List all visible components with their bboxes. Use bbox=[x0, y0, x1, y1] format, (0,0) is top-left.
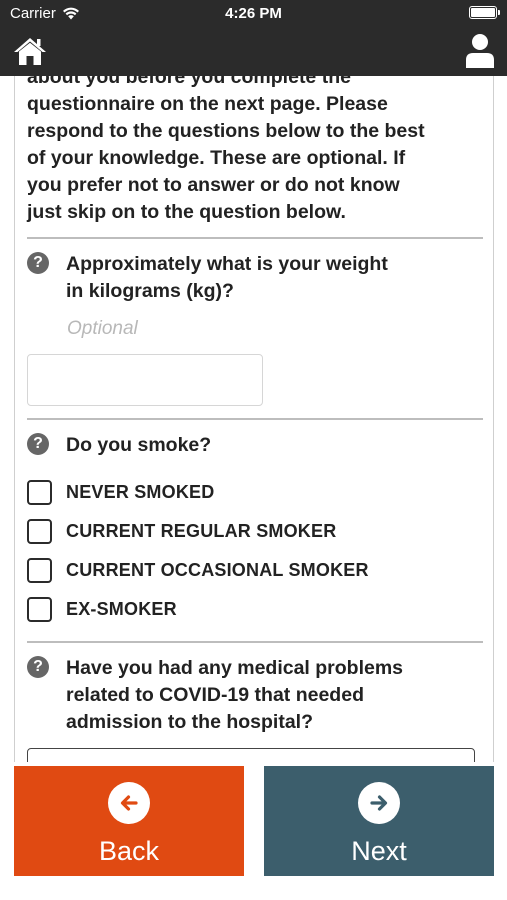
help-icon[interactable]: ? bbox=[27, 656, 49, 678]
smoke-option-current-regular[interactable]: CURRENT REGULAR SMOKER bbox=[27, 512, 483, 551]
intro-line: of your knowledge. These are optional. I… bbox=[27, 147, 406, 169]
option-label: NEVER SMOKED bbox=[66, 482, 215, 502]
status-time: 4:26 PM bbox=[225, 5, 282, 22]
weight-question-text: Approximately what is your weight in kil… bbox=[66, 251, 388, 305]
smoke-options: NEVER SMOKED CURRENT REGULAR SMOKER CURR… bbox=[27, 473, 483, 629]
help-icon[interactable]: ? bbox=[27, 433, 49, 455]
option-label: EX-SMOKER bbox=[66, 599, 177, 619]
app-header bbox=[0, 26, 507, 76]
profile-button[interactable] bbox=[465, 33, 495, 69]
arrow-left-circle-icon bbox=[108, 782, 150, 824]
next-button-label: Next bbox=[351, 836, 407, 866]
weight-input[interactable] bbox=[27, 354, 263, 406]
next-button[interactable]: Next bbox=[264, 766, 494, 876]
question-line: Have you had any medical problems bbox=[66, 657, 404, 679]
checkbox[interactable] bbox=[27, 558, 52, 583]
checkbox[interactable] bbox=[27, 519, 52, 544]
status-bar: Carrier 4:26 PM bbox=[0, 0, 507, 26]
questionnaire-scroll-area[interactable]: about you before you complete the questi… bbox=[14, 76, 494, 762]
section-divider bbox=[27, 641, 483, 643]
section-divider bbox=[27, 418, 483, 420]
optional-hint: Optional bbox=[67, 318, 138, 339]
covid-question: ? Have you had any medical problems rela… bbox=[27, 655, 483, 736]
option-label: CURRENT REGULAR SMOKER bbox=[66, 521, 337, 541]
intro-line: just skip on to the question below. bbox=[27, 201, 346, 223]
smoke-question: ? Do you smoke? bbox=[27, 432, 483, 459]
smoke-option-ex[interactable]: EX-SMOKER bbox=[27, 590, 483, 629]
intro-line: about you before you complete the bbox=[27, 76, 351, 88]
question-line: admission to the hospital? bbox=[66, 711, 314, 733]
intro-line: respond to the questions below to the be… bbox=[27, 120, 425, 142]
question-line: in kilograms (kg)? bbox=[66, 280, 234, 302]
question-line: Approximately what is your weight bbox=[66, 253, 388, 275]
covid-answer-field[interactable] bbox=[27, 748, 475, 762]
smoke-question-text: Do you smoke? bbox=[66, 434, 212, 456]
option-label: CURRENT OCCASIONAL SMOKER bbox=[66, 560, 369, 580]
intro-line: you prefer not to answer or do not know bbox=[27, 174, 400, 196]
back-button[interactable]: Back bbox=[14, 766, 244, 876]
intro-line: questionnaire on the next page. Please bbox=[27, 93, 388, 115]
home-button[interactable] bbox=[12, 34, 48, 68]
smoke-option-never[interactable]: NEVER SMOKED bbox=[27, 473, 483, 512]
user-profile-icon bbox=[466, 34, 494, 68]
battery-icon bbox=[469, 6, 500, 19]
intro-text: about you before you complete the questi… bbox=[27, 76, 483, 226]
question-line: related to COVID-19 that needed bbox=[66, 684, 364, 706]
weight-question: ? Approximately what is your weight in k… bbox=[27, 251, 483, 305]
home-icon bbox=[14, 38, 46, 65]
smoke-option-current-occasional[interactable]: CURRENT OCCASIONAL SMOKER bbox=[27, 551, 483, 590]
checkbox[interactable] bbox=[27, 480, 52, 505]
arrow-right-circle-icon bbox=[358, 782, 400, 824]
section-divider bbox=[27, 237, 483, 239]
back-button-label: Back bbox=[98, 836, 160, 866]
help-icon[interactable]: ? bbox=[27, 252, 49, 274]
covid-question-text: Have you had any medical problems relate… bbox=[66, 655, 403, 736]
checkbox[interactable] bbox=[27, 597, 52, 622]
